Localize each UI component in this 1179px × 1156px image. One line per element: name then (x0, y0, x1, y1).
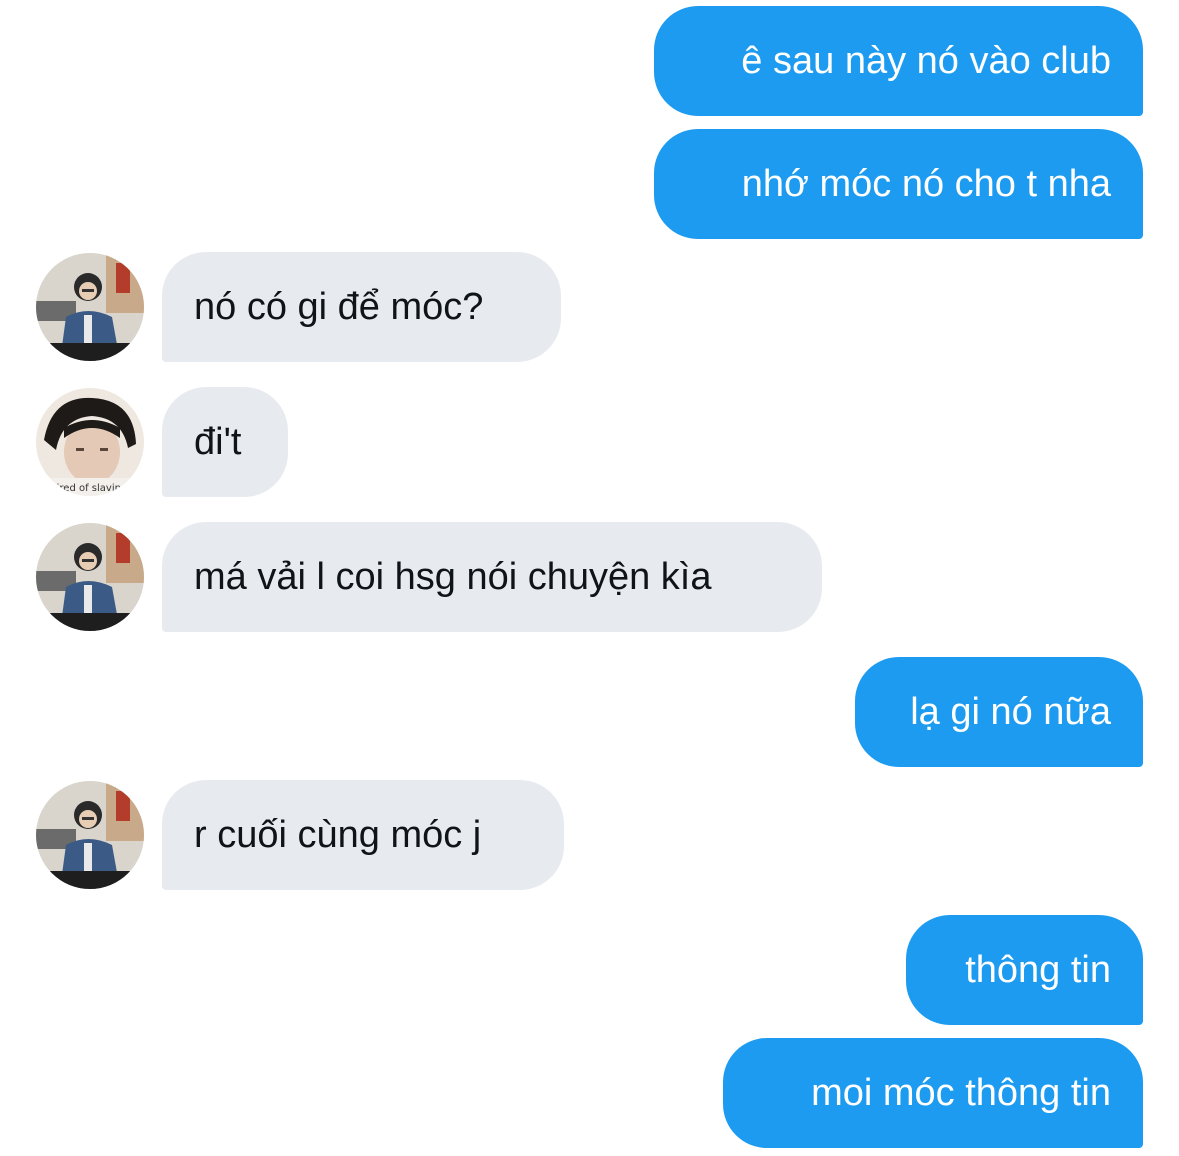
incoming-message-bubble[interactable]: đi't (162, 387, 288, 497)
outgoing-message-bubble[interactable]: ê sau này nó vào club (654, 6, 1143, 116)
user-b-avatar[interactable]: tired of slaving (36, 388, 144, 496)
user-a-avatar[interactable] (36, 253, 144, 361)
user-a-avatar-image (36, 253, 144, 361)
incoming-message-bubble[interactable]: r cuối cùng móc j (162, 780, 564, 890)
outgoing-message-bubble[interactable]: nhớ móc nó cho t nha (654, 129, 1143, 239)
outgoing-message-bubble[interactable]: thông tin (906, 915, 1143, 1025)
user-a-avatar[interactable] (36, 781, 144, 889)
incoming-message-bubble[interactable]: nó có gi để móc? (162, 252, 561, 362)
dm-conversation: { "colors": { "outgoing_bubble": "#1d9bf… (0, 0, 1179, 1156)
outgoing-message-bubble[interactable]: moi móc thông tin (723, 1038, 1143, 1148)
incoming-message-bubble[interactable]: má vải l coi hsg nói chuyện kìa (162, 522, 822, 632)
user-a-avatar[interactable] (36, 523, 144, 631)
outgoing-message-bubble[interactable]: lạ gi nó nữa (855, 657, 1143, 767)
user-a-avatar-image (36, 781, 144, 889)
user-b-avatar-image: tired of slaving (36, 388, 144, 496)
avatar-caption: tired of slaving (53, 483, 128, 494)
user-a-avatar-image (36, 523, 144, 631)
